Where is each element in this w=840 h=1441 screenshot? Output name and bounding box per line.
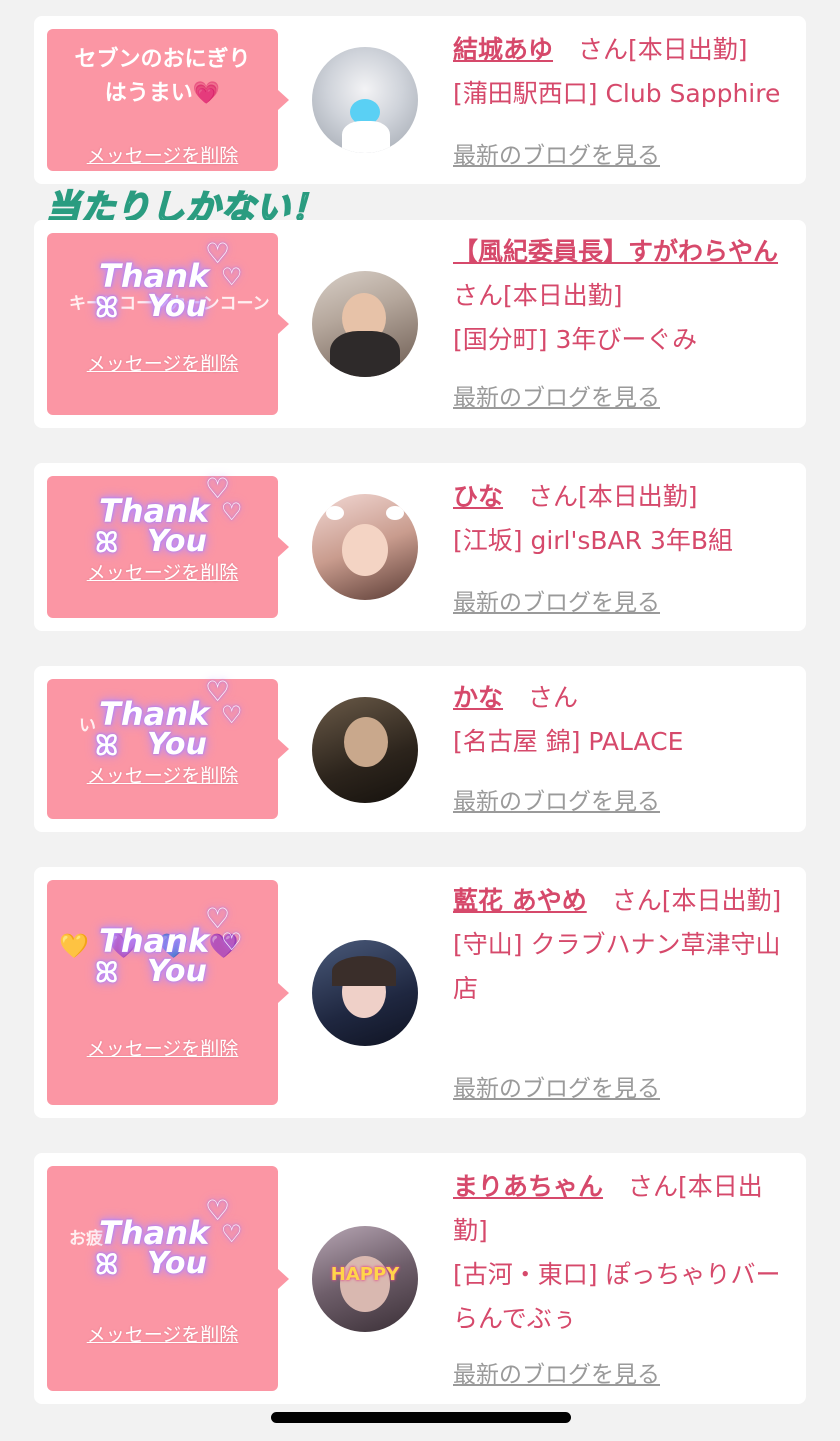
girl-name-link[interactable]: 藍花 あやめ — [453, 886, 587, 915]
girl-info: 【風紀委員長】すがわらやん さん[本日出勤] [国分町] 3年びーぐみ — [453, 230, 792, 362]
shop-text: [名古屋 錦] PALACE — [453, 727, 684, 756]
message-card: い Thank You ♡ ♡ ꕤ メッセージを削除 かな さん [名古屋 錦]… — [34, 666, 806, 832]
girl-name-link[interactable]: 結城あゆ — [453, 35, 553, 64]
avatar[interactable] — [312, 940, 418, 1046]
delete-message-link[interactable]: メッセージを削除 — [47, 349, 278, 376]
ribbon-icon: ꕤ — [95, 526, 119, 559]
ribbon-icon: ꕤ — [95, 291, 119, 324]
shop-text: [守山] クラブハナン草津守山店 — [453, 930, 781, 1003]
shop-text: [蒲田駅西口] Club Sapphire — [453, 79, 781, 108]
status-text: さん[本日出勤] — [611, 886, 782, 915]
heart-icon: ♡ — [221, 1220, 243, 1248]
avatar[interactable] — [312, 271, 418, 377]
delete-message-link[interactable]: メッセージを削除 — [47, 141, 278, 168]
message-text: セブンのおにぎり はうまい💗 — [74, 47, 251, 106]
thank-you-sticker: Thank You ♡ ♡ ꕤ — [95, 237, 243, 324]
girl-info: かな さん [名古屋 錦] PALACE — [453, 676, 792, 764]
message-bubble: 💛💜💙💜 Thank You ♡ ♡ ꕤ メッセージを削除 — [47, 880, 289, 1105]
latest-blog-link[interactable]: 最新のブログを見る — [453, 136, 660, 170]
avatar[interactable] — [312, 494, 418, 600]
girl-info: 藍花 あやめ さん[本日出勤] [守山] クラブハナン草津守山店 — [453, 879, 792, 1011]
latest-blog-link[interactable]: 最新のブログを見る — [453, 1069, 660, 1103]
avatar-caption: HAPPY — [330, 1264, 400, 1285]
heart-icon: ♡ — [221, 928, 243, 956]
message-bubble: キーンコーンカーンコーン🏢 Thank You ♡ ♡ ꕤ メッセージを削除 — [47, 233, 289, 415]
heart-icon: ♡ — [221, 701, 243, 729]
latest-blog-link[interactable]: 最新のブログを見る — [453, 378, 660, 412]
status-text: さん[本日出勤] — [578, 35, 748, 64]
status-text: さん[本日出勤] — [453, 281, 623, 310]
thank-you-sticker: Thank You ♡ ♡ ꕤ — [95, 1194, 243, 1281]
thank-you-sticker: Thank You ♡ ♡ ꕤ — [95, 902, 243, 989]
message-bubble: Thank You ♡ ♡ ꕤ メッセージを削除 — [47, 472, 289, 618]
message-card: キーンコーンカーンコーン🏢 Thank You ♡ ♡ ꕤ メッセージを削除 【… — [34, 220, 806, 428]
message-bubble: セブンのおにぎり はうまい💗 メッセージを削除 — [47, 29, 289, 171]
message-card: セブンのおにぎり はうまい💗 メッセージを削除 結城あゆ さん[本日出勤] [蒲… — [34, 16, 806, 184]
heart-icon: ♡ — [221, 263, 243, 291]
message-card: お疲 Thank You ♡ ♡ ꕤ メッセージを削除 HAPPY まりあちゃん… — [34, 1153, 806, 1404]
status-text: さん — [528, 683, 579, 712]
message-card: 💛💜💙💜 Thank You ♡ ♡ ꕤ メッセージを削除 藍花 あやめ さん[… — [34, 867, 806, 1118]
message-bubble: お疲 Thank You ♡ ♡ ꕤ メッセージを削除 — [47, 1166, 289, 1391]
avatar[interactable] — [312, 697, 418, 803]
ribbon-icon: ꕤ — [95, 956, 119, 989]
shop-text: [古河・東口] ぽっちゃりバー らんでぶぅ — [453, 1260, 781, 1333]
latest-blog-link[interactable]: 最新のブログを見る — [453, 1355, 660, 1389]
delete-message-link[interactable]: メッセージを削除 — [47, 761, 278, 788]
avatar[interactable] — [312, 47, 418, 153]
girl-name-link[interactable]: 【風紀委員長】すがわらやん — [453, 237, 778, 266]
delete-message-link[interactable]: メッセージを削除 — [47, 558, 278, 585]
girl-name-link[interactable]: かな — [453, 683, 503, 712]
ribbon-icon: ꕤ — [95, 729, 119, 762]
latest-blog-link[interactable]: 最新のブログを見る — [453, 782, 660, 816]
ribbon-icon: ꕤ — [95, 1248, 119, 1281]
shop-text: [江坂] girl'sBAR 3年B組 — [453, 526, 734, 555]
status-text: さん[本日出勤] — [528, 482, 698, 511]
delete-message-link[interactable]: メッセージを削除 — [47, 1034, 278, 1061]
girl-info: 結城あゆ さん[本日出勤] [蒲田駅西口] Club Sapphire — [453, 28, 792, 116]
thank-you-sticker: Thank You ♡ ♡ ꕤ — [95, 675, 243, 762]
girl-info: まりあちゃん さん[本日出勤] [古河・東口] ぽっちゃりバー らんでぶぅ — [453, 1165, 792, 1341]
thank-you-sticker: Thank You ♡ ♡ ꕤ — [95, 472, 243, 559]
heart-icon: ♡ — [221, 498, 243, 526]
girl-name-link[interactable]: まりあちゃん — [453, 1172, 603, 1201]
shop-text: [国分町] 3年びーぐみ — [453, 325, 698, 354]
girl-name-link[interactable]: ひな — [453, 482, 503, 511]
latest-blog-link[interactable]: 最新のブログを見る — [453, 583, 660, 617]
home-indicator[interactable] — [271, 1412, 571, 1423]
message-bubble: い Thank You ♡ ♡ ꕤ メッセージを削除 — [47, 675, 289, 819]
avatar[interactable]: HAPPY — [312, 1226, 418, 1332]
girl-info: ひな さん[本日出勤] [江坂] girl'sBAR 3年B組 — [453, 475, 792, 563]
message-card: Thank You ♡ ♡ ꕤ メッセージを削除 ひな さん[本日出勤] [江坂… — [34, 463, 806, 631]
delete-message-link[interactable]: メッセージを削除 — [47, 1320, 278, 1347]
